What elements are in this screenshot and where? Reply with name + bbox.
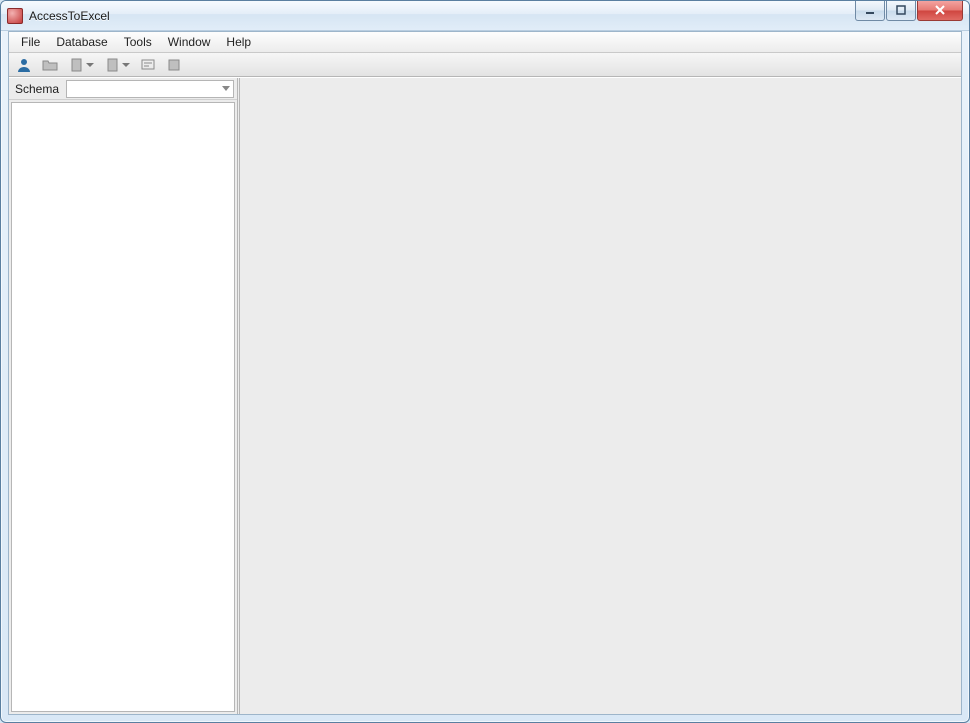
schema-label: Schema [12, 82, 62, 96]
sidebar-panel: Schema [9, 78, 240, 714]
app-icon [7, 8, 23, 24]
toolbar-new-dropdown[interactable] [65, 55, 97, 75]
close-icon [934, 4, 946, 16]
client-area: File Database Tools Window Help [8, 31, 962, 715]
menu-tools[interactable]: Tools [116, 32, 160, 52]
maximize-icon [896, 5, 907, 16]
menu-file[interactable]: File [13, 32, 48, 52]
chevron-down-icon [222, 86, 230, 91]
folder-open-icon [42, 57, 58, 73]
app-window: AccessToExcel File Database Tools Window [0, 0, 970, 723]
person-icon [16, 57, 32, 73]
minimize-button[interactable] [855, 1, 885, 21]
toolbar-stop-button[interactable] [163, 55, 185, 75]
toolbar-query-button[interactable] [137, 55, 159, 75]
menu-bar: File Database Tools Window Help [9, 32, 961, 53]
square-icon [166, 57, 182, 73]
main-content-area [240, 78, 961, 714]
toolbar-open-button[interactable] [39, 55, 61, 75]
workspace: Schema [9, 77, 961, 714]
document-icon [105, 57, 121, 73]
document-icon [69, 57, 85, 73]
object-tree[interactable] [11, 102, 235, 712]
sql-icon [140, 57, 156, 73]
menu-help[interactable]: Help [218, 32, 259, 52]
toolbar-export-dropdown[interactable] [101, 55, 133, 75]
close-button[interactable] [917, 1, 963, 21]
menu-window[interactable]: Window [160, 32, 219, 52]
minimize-icon [865, 5, 876, 16]
toolbar [9, 53, 961, 77]
toolbar-connect-button[interactable] [13, 55, 35, 75]
menu-database[interactable]: Database [48, 32, 115, 52]
window-controls [854, 6, 963, 26]
window-title: AccessToExcel [29, 9, 110, 23]
maximize-button[interactable] [886, 1, 916, 21]
schema-combobox[interactable] [66, 80, 234, 98]
title-bar[interactable]: AccessToExcel [1, 1, 969, 31]
schema-row: Schema [9, 78, 237, 100]
